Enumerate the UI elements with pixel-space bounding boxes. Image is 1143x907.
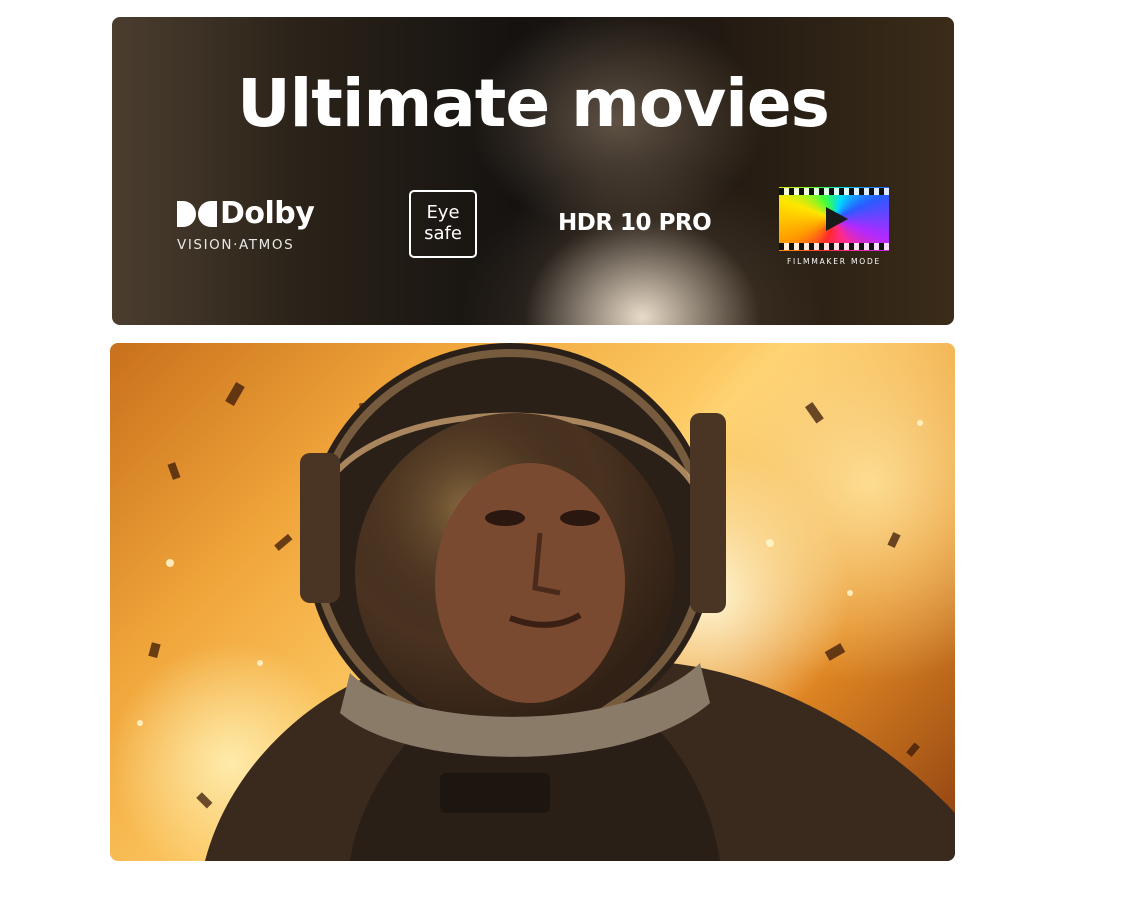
film-strip-top — [779, 188, 889, 195]
helmet-right-module — [690, 413, 726, 613]
helmet-left-module — [300, 453, 340, 603]
play-icon — [826, 207, 848, 231]
banner-title: Ultimate movies — [237, 65, 830, 142]
feature-banner: Ultimate movies Dolby VISION·ATMOS Eye s… — [112, 17, 954, 325]
filmmaker-mode-logo: FILMMAKER MODE — [776, 187, 896, 267]
film-strip-bottom — [779, 243, 889, 250]
chest-panel — [440, 773, 550, 813]
eye-safe-line1: Eye — [426, 202, 460, 223]
dolby-subtitle: VISION·ATMOS — [177, 237, 295, 253]
hdr-label: HDR 10 PRO — [558, 210, 712, 236]
astronaut-illustration — [137, 343, 955, 861]
eye-safe-line2: safe — [424, 223, 462, 244]
hero-image — [110, 343, 955, 861]
filmmaker-mode-icon — [779, 187, 889, 251]
filmmaker-mode-label: FILMMAKER MODE — [786, 257, 882, 266]
eye-safe-badge: Eye safe — [409, 190, 477, 258]
face — [435, 463, 625, 703]
dolby-logo: Dolby VISION·ATMOS — [174, 197, 324, 257]
dolby-double-d-icon — [177, 201, 217, 227]
dolby-wordmark: Dolby — [220, 196, 315, 231]
